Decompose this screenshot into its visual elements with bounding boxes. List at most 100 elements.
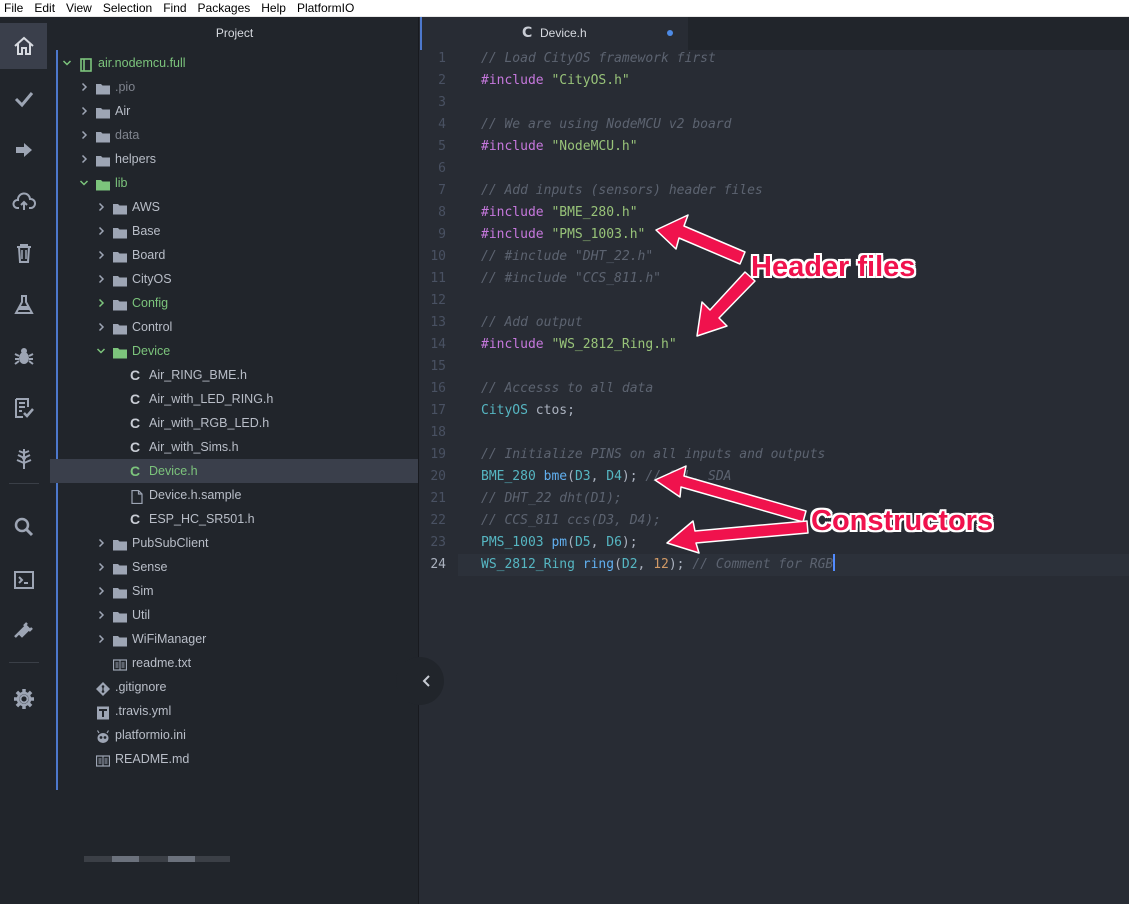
- code-line[interactable]: // Accesss to all data: [481, 378, 653, 400]
- code-line[interactable]: // Initialize PINS on all inputs and out…: [481, 444, 825, 466]
- code-line[interactable]: // Add output: [481, 312, 583, 334]
- tree-item-travis-yml[interactable]: .travis.yml: [50, 699, 418, 723]
- code-line[interactable]: // DHT_22 dht(D1);: [481, 488, 622, 510]
- tree-item-pubsubclient[interactable]: PubSubClient: [50, 531, 418, 555]
- activity-flask-button[interactable]: [0, 282, 47, 328]
- activity-gear-button[interactable]: [0, 676, 47, 722]
- menu-file[interactable]: File: [0, 0, 30, 16]
- tree-item-air-nodemcu-full[interactable]: air.nodemcu.full: [50, 51, 418, 75]
- menu-help[interactable]: Help: [257, 0, 293, 16]
- code-token: (: [567, 469, 575, 484]
- code-line[interactable]: // #include "DHT_22.h": [481, 246, 653, 268]
- tree-item-gitignore[interactable]: .gitignore: [50, 675, 418, 699]
- activity-arrow-right-button[interactable]: [0, 127, 47, 173]
- activity-check-button[interactable]: [0, 76, 47, 122]
- sidebar-horizontal-scrollbar[interactable]: [84, 856, 230, 862]
- code-line[interactable]: PMS_1003 pm(D5, D6);: [481, 532, 638, 554]
- tree-item-data[interactable]: data: [50, 123, 418, 147]
- code-line[interactable]: // Add inputs (sensors) header files: [481, 180, 763, 202]
- tree-item-readme-txt[interactable]: readme.txt: [50, 651, 418, 675]
- activity-search-button[interactable]: [0, 504, 47, 550]
- modified-indicator-icon[interactable]: [667, 30, 673, 36]
- code-line[interactable]: #include "CityOS.h": [481, 70, 630, 92]
- menu-view[interactable]: View: [62, 0, 99, 16]
- activity-trash-button[interactable]: [0, 230, 47, 276]
- code-token: D2: [621, 557, 638, 572]
- code-line[interactable]: #include "PMS_1003.h": [481, 224, 645, 246]
- code-line[interactable]: BME_280 bme(D3, D4); // SCL, SDA: [481, 466, 731, 488]
- line-number: 7: [438, 183, 446, 198]
- code-line[interactable]: CityOS ctos;: [481, 400, 575, 422]
- tree-item-air[interactable]: Air: [50, 99, 418, 123]
- menu-selection[interactable]: Selection: [99, 0, 159, 16]
- menu-packages[interactable]: Packages: [194, 0, 258, 16]
- tree-item-label: .travis.yml: [115, 704, 172, 718]
- folder-icon: [96, 152, 110, 167]
- line-number: 22: [430, 513, 446, 528]
- tree-item-cityos[interactable]: CityOS: [50, 267, 418, 291]
- code-line[interactable]: // Load CityOS framework first: [481, 48, 716, 70]
- line-number: 2: [438, 73, 446, 88]
- terminal-icon: [13, 571, 34, 589]
- tree-item-platformio-ini[interactable]: platformio.ini: [50, 723, 418, 747]
- code-line[interactable]: // #include "CCS_811.h": [481, 268, 661, 290]
- bug-icon: [13, 348, 34, 365]
- book-icon: [112, 656, 128, 671]
- tree-item-board[interactable]: Board: [50, 243, 418, 267]
- activity-tree-button[interactable]: [0, 436, 47, 482]
- tab-device-h[interactable]: C Device.h: [420, 17, 688, 50]
- activity-terminal-button[interactable]: [0, 557, 47, 603]
- tree-item-wifimanager[interactable]: WiFiManager: [50, 627, 418, 651]
- menu-platformio[interactable]: PlatformIO: [293, 0, 361, 16]
- code-line[interactable]: #include "NodeMCU.h": [481, 136, 638, 158]
- tree-item-sim[interactable]: Sim: [50, 579, 418, 603]
- collapse-sidebar-button[interactable]: [396, 657, 444, 705]
- activity-plug-button[interactable]: [0, 608, 47, 654]
- scrollbar-thumb[interactable]: [112, 856, 139, 862]
- tree-item-base[interactable]: Base: [50, 219, 418, 243]
- tree-item-air-with-sims-h[interactable]: C Air_with_Sims.h: [50, 435, 418, 459]
- tree-item-air-with-rgb-led-h[interactable]: C Air_with_RGB_LED.h: [50, 411, 418, 435]
- code-line[interactable]: // CCS_811 ccs(D3, D4);: [481, 510, 661, 532]
- code-line[interactable]: #include "WS_2812_Ring.h": [481, 334, 677, 356]
- code-line[interactable]: #include "BME_280.h": [481, 202, 638, 224]
- line-number: 16: [430, 381, 446, 396]
- activity-checklist-button[interactable]: [0, 385, 47, 431]
- line-number: 24: [430, 557, 446, 572]
- tree-item-air-with-led-ring-h[interactable]: C Air_with_LED_RING.h: [50, 387, 418, 411]
- c-file-icon: C: [130, 463, 141, 479]
- code-token: // #include "DHT_22.h": [481, 249, 654, 264]
- tree-item-label: Device: [132, 344, 171, 358]
- tree-item-aws[interactable]: AWS: [50, 195, 418, 219]
- code-token: D3: [574, 469, 591, 484]
- tree-item-esp-hc-sr501-h[interactable]: C ESP_HC_SR501.h: [50, 507, 418, 531]
- tree-item-device-h-sample[interactable]: Device.h.sample: [50, 483, 418, 507]
- tree-item-helpers[interactable]: helpers: [50, 147, 418, 171]
- tree-item-pio[interactable]: .pio: [50, 75, 418, 99]
- tree-item-util[interactable]: Util: [50, 603, 418, 627]
- code-line[interactable]: WS_2812_Ring ring(D2, 12); // Comment fo…: [481, 554, 836, 576]
- tree-item-config[interactable]: Config: [50, 291, 418, 315]
- tree-item-sense[interactable]: Sense: [50, 555, 418, 579]
- activity-home-button[interactable]: [0, 23, 47, 69]
- tree-item-air-ring-bme-h[interactable]: C Air_RING_BME.h: [50, 363, 418, 387]
- code-editor[interactable]: 1 2 3 4 5 6 7 8 9 10 11 12 13 14 15 16 17 18 19 20 21 22 23 24 …: [420, 50, 1129, 904]
- activity-bug-button[interactable]: [0, 333, 47, 379]
- code-token: // Comment for RGB: [692, 557, 834, 572]
- tree-item-control[interactable]: Control: [50, 315, 418, 339]
- menu-find[interactable]: Find: [159, 0, 193, 16]
- code-token: (: [567, 535, 575, 550]
- code-token: ring: [582, 557, 615, 572]
- code-line[interactable]: // We are using NodeMCU v2 board: [481, 114, 731, 136]
- tree-item-readme-md[interactable]: README.md: [50, 747, 418, 771]
- code-token: #include: [481, 73, 544, 88]
- menu-edit[interactable]: Edit: [30, 0, 62, 16]
- tree-item-device[interactable]: Device: [50, 339, 418, 363]
- tree-item-device-h[interactable]: C Device.h: [50, 459, 418, 483]
- tree-item-label: Base: [132, 224, 161, 238]
- tree-item-lib[interactable]: lib: [50, 171, 418, 195]
- activity-cloud-upload-button[interactable]: [0, 179, 47, 225]
- scrollbar-thumb[interactable]: [168, 856, 195, 862]
